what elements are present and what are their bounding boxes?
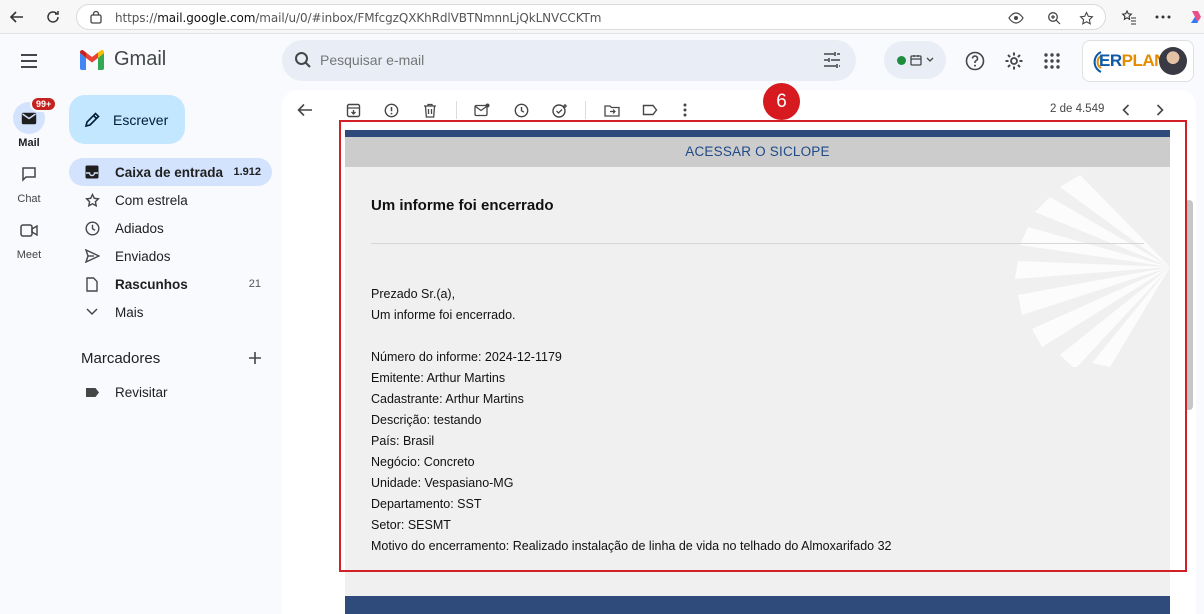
gmail-m-icon bbox=[80, 49, 104, 70]
site-info-icon[interactable] bbox=[87, 9, 105, 27]
move-to-folder-icon[interactable] bbox=[602, 100, 622, 120]
rail-label-chat: Chat bbox=[17, 193, 41, 205]
avatar[interactable] bbox=[1159, 47, 1187, 75]
more-options-icon[interactable] bbox=[675, 100, 695, 120]
chat-rail-icon bbox=[13, 158, 45, 190]
calendar-icon bbox=[909, 55, 922, 66]
send-icon bbox=[83, 247, 101, 265]
apps-grid-icon[interactable] bbox=[1041, 50, 1063, 72]
inbox-icon bbox=[83, 163, 101, 181]
mail-rail-icon: 99+ bbox=[13, 96, 58, 134]
label-tag-icon bbox=[83, 383, 101, 401]
star-icon bbox=[83, 191, 101, 209]
annotation-step-number: 6 bbox=[763, 83, 800, 120]
compose-label: Escrever bbox=[113, 111, 169, 128]
copilot-icon[interactable] bbox=[1188, 6, 1204, 28]
gmail-logo[interactable]: Gmail bbox=[78, 48, 166, 71]
search-icon[interactable] bbox=[294, 51, 312, 74]
zoom-icon[interactable] bbox=[1045, 9, 1063, 27]
account-switcher[interactable]: ERPLAN bbox=[1082, 40, 1194, 82]
report-spam-icon[interactable] bbox=[381, 100, 401, 120]
labels-heading: Marcadores bbox=[81, 350, 161, 367]
draft-count: 21 bbox=[248, 278, 261, 290]
label-name: Revisitar bbox=[115, 384, 168, 400]
mark-unread-icon[interactable] bbox=[472, 100, 492, 120]
rail-item-chat[interactable]: Chat bbox=[0, 158, 58, 205]
pencil-icon bbox=[84, 111, 100, 127]
search-options-icon[interactable] bbox=[822, 51, 842, 74]
chevron-down-icon bbox=[926, 57, 933, 62]
nav-label: Enviados bbox=[115, 248, 171, 264]
newer-chevron-left-icon[interactable] bbox=[1116, 100, 1136, 120]
nav-label: Com estrela bbox=[115, 192, 188, 208]
browser-menu-icon[interactable] bbox=[1152, 6, 1174, 28]
url-host: mail.google.com bbox=[157, 11, 256, 25]
nav-label: Rascunhos bbox=[115, 276, 188, 292]
compose-button[interactable]: Escrever bbox=[69, 95, 185, 144]
nav-item-sent[interactable]: Enviados bbox=[69, 242, 272, 270]
nav-label: Caixa de entrada bbox=[115, 164, 224, 180]
snooze-clock-icon[interactable] bbox=[511, 100, 531, 120]
nav-item-inbox[interactable]: Caixa de entrada 1.912 bbox=[69, 158, 272, 186]
help-icon[interactable] bbox=[964, 50, 986, 72]
unread-count: 1.912 bbox=[233, 166, 261, 178]
rail-label-meet: Meet bbox=[16, 249, 42, 261]
browser-bar: https://mail.google.com/mail/u/0/#inbox/… bbox=[0, 0, 1204, 34]
nav-item-drafts[interactable]: Rascunhos 21 bbox=[69, 270, 272, 298]
address-bar[interactable]: https://mail.google.com/mail/u/0/#inbox/… bbox=[76, 4, 1106, 30]
nav-label: Adiados bbox=[115, 220, 164, 236]
archive-icon[interactable] bbox=[343, 100, 363, 120]
nav-item-starred[interactable]: Com estrela bbox=[69, 186, 272, 214]
app-name: Gmail bbox=[114, 48, 167, 70]
search-input[interactable] bbox=[320, 52, 800, 68]
active-status-icon bbox=[896, 55, 906, 65]
meet-rail-icon bbox=[13, 214, 45, 246]
main-menu-icon[interactable] bbox=[18, 50, 40, 72]
status-selector[interactable] bbox=[884, 41, 946, 79]
chevron-down-icon bbox=[83, 303, 101, 321]
back-to-inbox-icon[interactable] bbox=[295, 100, 315, 120]
back-arrow-icon[interactable] bbox=[6, 6, 28, 28]
nav-item-snoozed[interactable]: Adiados bbox=[69, 214, 272, 242]
add-task-icon[interactable] bbox=[550, 100, 570, 120]
toolbar-divider bbox=[585, 101, 586, 119]
url-text: https://mail.google.com/mail/u/0/#inbox/… bbox=[115, 11, 601, 25]
favorite-star-icon[interactable] bbox=[1077, 9, 1095, 27]
label-as-icon[interactable] bbox=[640, 100, 660, 120]
pagination-count: 2 de 4.549 bbox=[1050, 103, 1105, 115]
tracking-eye-icon[interactable] bbox=[1007, 9, 1025, 27]
email-footer-banner bbox=[345, 596, 1170, 614]
add-label-icon[interactable] bbox=[246, 349, 264, 367]
page-edge bbox=[1196, 34, 1204, 614]
account-brand: ERPLAN bbox=[1099, 51, 1166, 71]
nav-item-more[interactable]: Mais bbox=[69, 298, 272, 326]
search-bar[interactable] bbox=[282, 40, 856, 81]
reload-icon[interactable] bbox=[42, 6, 64, 28]
rail-label-mail: Mail bbox=[18, 137, 40, 149]
delete-trash-icon[interactable] bbox=[420, 100, 440, 120]
toolbar-divider bbox=[456, 101, 457, 119]
url-path: /mail/u/0/#inbox/FMfcgzQXKhRdlVBTNmnnLjQ… bbox=[255, 11, 602, 25]
nav-label: Mais bbox=[115, 304, 144, 320]
label-item-revisitar[interactable]: Revisitar bbox=[69, 378, 272, 406]
brand-prefix: ER bbox=[1099, 51, 1122, 70]
url-prefix: https:// bbox=[115, 11, 158, 25]
settings-gear-icon[interactable] bbox=[1003, 50, 1025, 72]
clock-icon bbox=[83, 219, 101, 237]
draft-file-icon bbox=[83, 275, 101, 293]
rail-item-mail[interactable]: 99+ Mail bbox=[0, 96, 58, 149]
app-rail: 99+ Mail Chat Meet bbox=[0, 34, 58, 614]
annotation-highlight-box bbox=[339, 120, 1187, 572]
older-chevron-right-icon[interactable] bbox=[1150, 100, 1170, 120]
unread-badge: 99+ bbox=[30, 96, 58, 112]
favorites-icon[interactable] bbox=[1118, 6, 1140, 28]
rail-item-meet[interactable]: Meet bbox=[0, 214, 58, 261]
